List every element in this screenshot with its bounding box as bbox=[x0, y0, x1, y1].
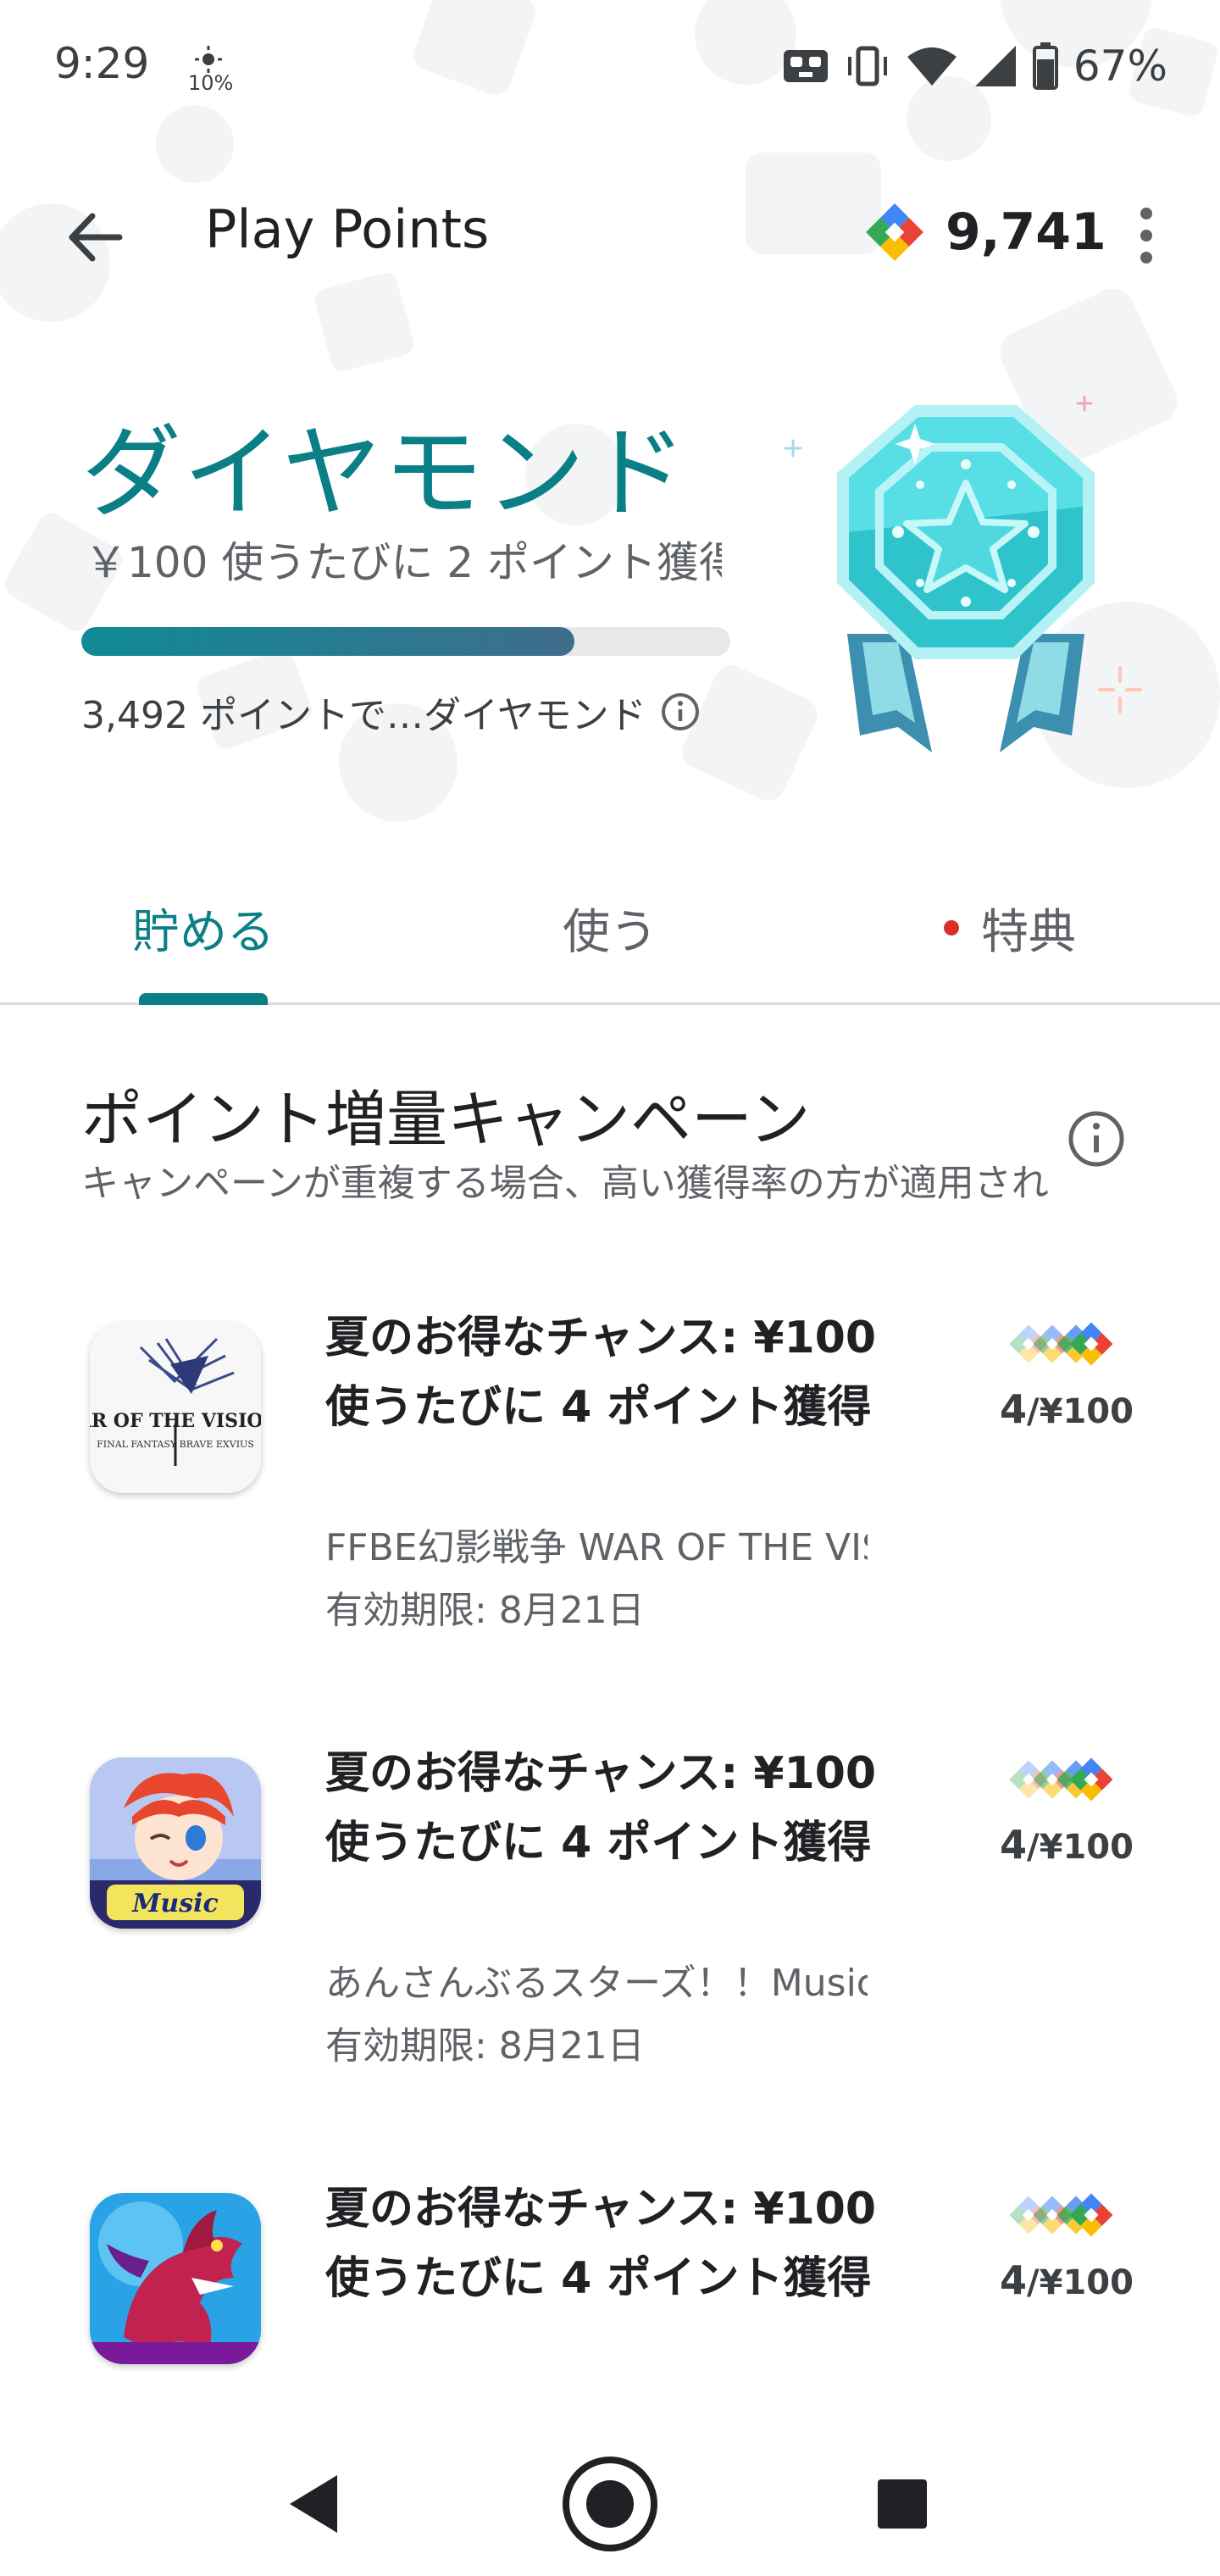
arrow-back-icon bbox=[69, 213, 123, 262]
campaign-rate: 4/¥100 bbox=[1000, 1822, 1134, 1868]
more-options-button[interactable] bbox=[1118, 193, 1174, 278]
new-badge-dot bbox=[944, 920, 959, 935]
app-bar: Play Points 9,741 bbox=[0, 169, 1220, 297]
active-tab-indicator bbox=[139, 993, 268, 1005]
tier-next-text: 3,492 ポイントで…ダイヤモンド bbox=[81, 694, 646, 737]
campaign-item[interactable]: Music 夏のお得なチャンス: ¥100 使うたびに 4 ポイント獲得 あんさ… bbox=[0, 1739, 1220, 2137]
signal-icon bbox=[974, 46, 1016, 86]
campaign-app-name: パズル＆ドラゴンズ bbox=[325, 2388, 868, 2398]
campaign-title: 夏のお得なチャンス: ¥100 使うたびに 4 ポイント獲得 bbox=[325, 1748, 877, 1868]
page-title: Play Points bbox=[205, 198, 490, 260]
tab-perks[interactable]: 特典 bbox=[944, 890, 1076, 966]
ensemble-stars-app-icon: Music bbox=[90, 1757, 261, 1929]
nav-home-icon bbox=[563, 2457, 657, 2551]
back-button[interactable] bbox=[53, 195, 137, 280]
multiplier-diamonds-icon bbox=[1009, 2193, 1113, 2237]
puzzle-dragons-app-icon bbox=[90, 2193, 261, 2364]
tier-next-info[interactable]: 3,492 ポイントで…ダイヤモンド bbox=[81, 685, 701, 739]
tab-earn-label: 貯める bbox=[132, 904, 274, 960]
nav-recents-button[interactable] bbox=[847, 2449, 957, 2559]
campaign-rate-value: 4 bbox=[1000, 1386, 1028, 1432]
campaign-item[interactable]: 夏のお得なチャンス: ¥100 使うたびに 4 ポイント獲得 パズル＆ドラゴンズ… bbox=[0, 2174, 1220, 2398]
list-fade bbox=[0, 2398, 1220, 2432]
campaign-rate-unit: /¥100 bbox=[1027, 1828, 1134, 1867]
cast-mode-icon bbox=[783, 50, 828, 82]
sun-icon bbox=[195, 46, 222, 73]
nav-back-icon bbox=[290, 2475, 337, 2533]
campaign-rate-value: 4 bbox=[1000, 1822, 1028, 1868]
campaign-app-name: あんさんぶるスターズ！！Music bbox=[325, 1962, 868, 2005]
tab-bar: 貯める 使う 特典 bbox=[0, 847, 1220, 1005]
diamond-tier-medal bbox=[779, 380, 1152, 769]
battery-icon bbox=[1032, 42, 1058, 90]
multiplier-diamonds-icon bbox=[1009, 1322, 1113, 1366]
temperature-indicator: 10% bbox=[188, 39, 239, 98]
more-vert-icon bbox=[1140, 208, 1152, 219]
tier-rate-text: ￥100 使うたびに 2 ポイント獲得 bbox=[85, 538, 722, 587]
section-subtitle: キャンペーンが重複する場合、高い獲得率の方が適用されます bbox=[81, 1162, 1052, 1205]
campaign-item[interactable]: WAR OF THE VISIONS FINAL FANTASY BRAVE E… bbox=[0, 1303, 1220, 1702]
status-time: 9:29 bbox=[54, 39, 150, 88]
tier-progress-bar bbox=[81, 627, 730, 656]
campaign-rate-value: 4 bbox=[1000, 2257, 1028, 2303]
campaign-rate: 4/¥100 bbox=[1000, 2257, 1134, 2303]
play-points-diamond-icon bbox=[866, 203, 923, 261]
tab-perks-label: 特典 bbox=[981, 904, 1076, 960]
campaign-rate-unit: /¥100 bbox=[1027, 2263, 1134, 2302]
campaign-app-name: FFBE幻影戦争 WAR OF THE VISIONS bbox=[325, 1526, 868, 1569]
wifi-icon bbox=[907, 47, 957, 86]
tier-progress-fill bbox=[81, 627, 575, 656]
status-bar: 9:29 10% 67% bbox=[0, 0, 1220, 136]
campaign-rate: 4/¥100 bbox=[1000, 1386, 1134, 1432]
status-icons: 67% bbox=[782, 41, 1167, 92]
section-info-icon[interactable] bbox=[1066, 1108, 1127, 1169]
info-icon[interactable] bbox=[660, 691, 701, 732]
tab-use[interactable]: 使う bbox=[563, 890, 657, 966]
multiplier-diamonds-icon bbox=[1009, 1757, 1113, 1802]
campaign-title: 夏のお得なチャンス: ¥100 使うたびに 4 ポイント獲得 bbox=[325, 1313, 877, 1433]
nav-home-button[interactable] bbox=[555, 2449, 665, 2559]
campaign-expiry: 有効期限: 8月21日 bbox=[325, 1589, 645, 1632]
svg-text:Music: Music bbox=[131, 1889, 219, 1918]
points-value: 9,741 bbox=[946, 203, 1106, 262]
points-balance[interactable]: 9,741 bbox=[862, 198, 1106, 266]
ffbe-app-icon: WAR OF THE VISIONS FINAL FANTASY BRAVE E… bbox=[90, 1322, 261, 1493]
nav-back-button[interactable] bbox=[259, 2449, 369, 2559]
campaign-expiry: 有効期限: 8月21日 bbox=[325, 2024, 645, 2068]
battery-percent: 67% bbox=[1073, 42, 1167, 91]
tier-name: ダイヤモンド bbox=[81, 414, 689, 531]
tab-earn[interactable]: 貯める bbox=[132, 890, 274, 966]
system-navigation-bar bbox=[0, 2432, 1220, 2576]
vibrate-icon bbox=[847, 46, 887, 86]
section-title: ポイント増量キャンペーン bbox=[81, 1084, 811, 1155]
nav-recents-icon bbox=[878, 2479, 927, 2529]
campaign-title: 夏のお得なチャンス: ¥100 使うたびに 4 ポイント獲得 bbox=[325, 2184, 877, 2304]
svg-text:FINAL FANTASY BRAVE EXVIUS: FINAL FANTASY BRAVE EXVIUS bbox=[97, 1439, 254, 1450]
campaign-rate-unit: /¥100 bbox=[1027, 1392, 1134, 1431]
temperature-label: 10% bbox=[188, 71, 234, 95]
tab-use-label: 使う bbox=[563, 904, 657, 960]
